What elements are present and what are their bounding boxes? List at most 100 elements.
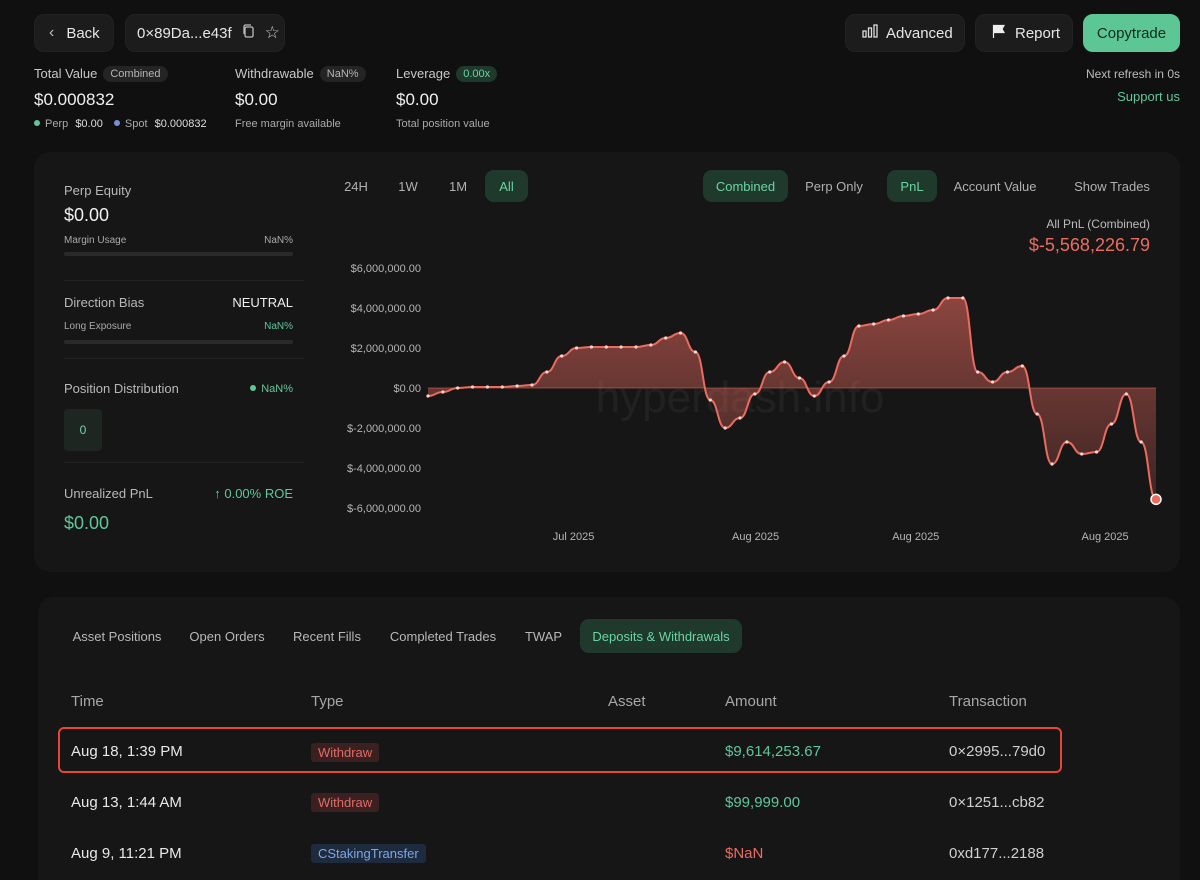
column-header-type: Type — [311, 693, 344, 710]
copytrade-label: Copytrade — [1096, 24, 1167, 42]
row-amount: $99,999.00 — [725, 794, 801, 811]
timeframe-all[interactable]: All — [485, 170, 528, 202]
leverage-tag: 0.00x — [456, 66, 498, 82]
refresh-timer: Next refresh in 0s — [1085, 67, 1180, 81]
type-badge: Withdraw — [311, 743, 380, 762]
timeframe-1m[interactable]: 1M — [438, 170, 478, 202]
y-tick-label: $6,000,000.00 — [351, 263, 421, 275]
table-row[interactable]: Aug 13, 1:44 AM Withdraw $99,999.00 0×12… — [58, 779, 1062, 825]
y-tick-label: $-6,000,000.00 — [347, 503, 421, 515]
perp-label: Perp — [45, 118, 69, 130]
x-tick-label: Jul 2025 — [553, 531, 595, 543]
spot-dot-icon — [113, 120, 120, 126]
data-point — [753, 392, 757, 396]
tab-asset-positions[interactable]: Asset Positions — [62, 619, 172, 653]
type-badge: CStakingTransfer — [311, 844, 426, 863]
advanced-label: Advanced — [886, 24, 953, 42]
data-point — [604, 345, 608, 349]
combined-tag: Combined — [103, 66, 168, 82]
withdrawable-tag: NaN% — [319, 66, 366, 82]
support-link[interactable]: Support us — [1117, 89, 1180, 104]
table-row[interactable]: Aug 18, 1:39 PM Withdraw $9,614,253.67 0… — [58, 727, 1062, 773]
distribution-count: 0 — [79, 423, 87, 437]
data-point — [426, 394, 430, 398]
spot-label: Spot — [124, 118, 148, 130]
margin-usage-value: NaN% — [264, 235, 293, 246]
data-point — [782, 360, 787, 364]
row-transaction-link[interactable]: 0×1251...cb82 — [949, 794, 1045, 811]
column-header-time: Time — [71, 693, 104, 710]
timeframe-1w[interactable]: 1W — [388, 170, 428, 202]
margin-usage-bar — [64, 252, 293, 256]
data-point — [768, 370, 772, 374]
data-point — [1139, 440, 1143, 444]
address-chip: 0×89Da...e43f ☆ — [125, 14, 285, 52]
direction-bias-label: Direction Bias — [64, 295, 145, 310]
data-point — [441, 390, 445, 394]
leverage-sub: Total position value — [396, 118, 490, 130]
data-point — [990, 380, 995, 384]
show-trades-button[interactable]: Show Trades — [1066, 170, 1158, 202]
data-point — [1020, 364, 1024, 368]
data-point — [738, 416, 742, 420]
tab-recent-fills[interactable]: Recent Fills — [283, 619, 371, 653]
data-point — [634, 345, 638, 349]
divider — [64, 280, 304, 281]
mode-perp-only[interactable]: Perp Only — [796, 170, 872, 202]
row-transaction-link[interactable]: 0xd177...2188 — [949, 845, 1044, 862]
position-distribution-value: NaN% — [261, 382, 293, 395]
data-point — [693, 350, 698, 354]
metric-account-value[interactable]: Account Value — [947, 170, 1043, 202]
tab-deposits-withdrawals[interactable]: Deposits & Withdrawals — [580, 619, 742, 653]
data-point — [901, 314, 906, 318]
data-point — [1005, 370, 1010, 374]
withdrawable-label: Withdrawable — [235, 66, 314, 81]
tab-open-orders[interactable]: Open Orders — [180, 619, 274, 653]
row-amount: $NaN — [725, 845, 764, 862]
tab-twap[interactable]: TWAP — [515, 619, 572, 653]
y-tick-label: $4,000,000.00 — [351, 303, 421, 315]
data-point — [872, 322, 876, 326]
y-tick-label: $-2,000,000.00 — [347, 423, 421, 435]
flag-icon — [992, 24, 1006, 43]
withdrawable-value: $0.00 — [235, 90, 278, 109]
perp-equity-label: Perp Equity — [64, 183, 132, 198]
data-point — [485, 385, 490, 389]
unrealized-pnl-label: Unrealized PnL — [64, 486, 153, 501]
roe-value: ↑ 0.00% ROE — [214, 486, 293, 501]
wallet-address: 0×89Da...e43f — [137, 24, 232, 42]
back-label: Back — [66, 24, 100, 42]
report-label: Report — [1015, 24, 1061, 42]
data-point — [827, 380, 831, 384]
x-tick-label: Aug 2025 — [892, 531, 939, 543]
column-header-amount: Amount — [725, 693, 777, 710]
distribution-box: 0 — [64, 409, 102, 451]
data-point — [560, 354, 564, 358]
mode-combined[interactable]: Combined — [703, 170, 788, 202]
tab-completed-trades[interactable]: Completed Trades — [380, 619, 506, 653]
long-exposure-bar — [64, 340, 293, 344]
row-amount: $9,614,253.67 — [725, 743, 821, 760]
back-button[interactable]: ‹ Back — [34, 14, 114, 52]
y-tick-label: $-4,000,000.00 — [347, 463, 421, 475]
total-value-stat: Total Value Combined $0.000832 Perp $0.00… — [34, 66, 207, 130]
chart-title: All PnL (Combined) — [1046, 217, 1150, 231]
margin-usage-label: Margin Usage — [64, 235, 127, 246]
total-value-label: Total Value — [34, 66, 98, 81]
data-point — [574, 346, 579, 350]
row-time: Aug 18, 1:39 PM — [71, 743, 183, 760]
star-icon[interactable]: ☆ — [265, 23, 280, 43]
metric-pnl[interactable]: PnL — [887, 170, 937, 202]
copy-icon[interactable] — [242, 24, 255, 42]
data-point — [723, 426, 727, 430]
report-button[interactable]: Report — [975, 14, 1073, 52]
data-point — [1109, 422, 1114, 426]
data-point — [589, 345, 594, 349]
row-transaction-link[interactable]: 0×2995...79d0 — [949, 743, 1045, 760]
copytrade-button[interactable]: Copytrade — [1083, 14, 1180, 52]
advanced-button[interactable]: Advanced — [845, 14, 965, 52]
direction-bias-value: NEUTRAL — [232, 295, 293, 310]
data-point — [470, 385, 475, 389]
table-row[interactable]: Aug 9, 11:21 PM CStakingTransfer $NaN 0x… — [58, 830, 1062, 876]
timeframe-24h[interactable]: 24H — [334, 170, 378, 202]
